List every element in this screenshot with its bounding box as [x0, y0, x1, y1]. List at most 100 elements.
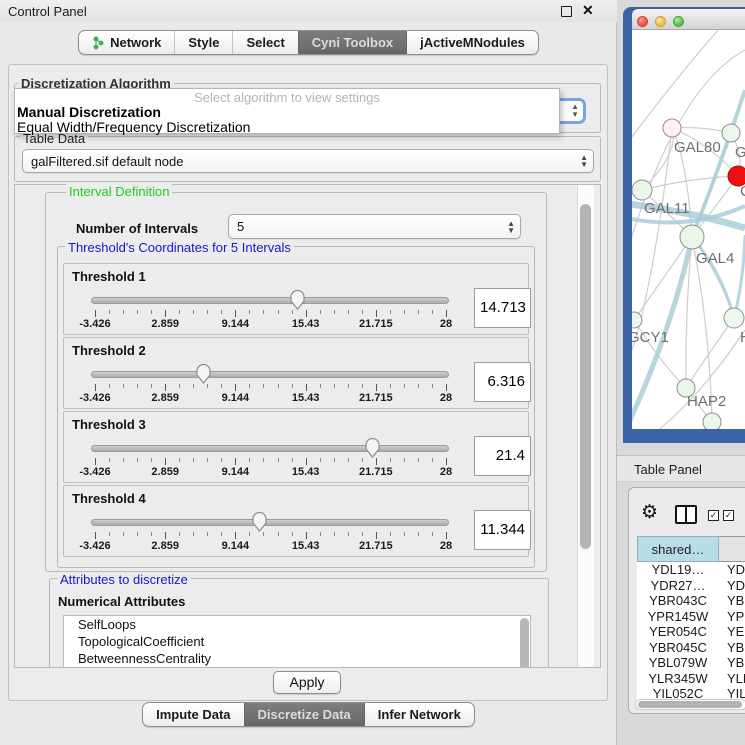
menu-item-manual-discretization[interactable]: Manual Discretization — [17, 104, 161, 120]
table-cell[interactable]: YPR1 — [719, 609, 745, 625]
table-cell[interactable]: YDR27… — [637, 578, 719, 594]
major-tick — [165, 310, 166, 317]
table-cell[interactable]: YDR2 — [719, 578, 745, 594]
threshold-value-field[interactable]: 11.344 — [474, 510, 531, 550]
minor-tick — [334, 384, 335, 388]
table-cell[interactable]: YLR3 — [719, 671, 745, 687]
table-row[interactable]: YPR145WYPR1 — [637, 609, 745, 625]
table-cell[interactable]: YLR345W — [637, 671, 719, 687]
slider-thumb[interactable] — [364, 436, 381, 459]
table-cell[interactable]: YBL079W — [637, 655, 719, 671]
close-traffic-light[interactable] — [637, 16, 648, 27]
table-data-combobox[interactable]: galFiltered.sif default node ▲▼ — [22, 149, 594, 173]
close-icon[interactable]: ✕ — [582, 2, 594, 19]
slider-thumb[interactable] — [289, 288, 306, 311]
float-window-icon[interactable] — [561, 6, 572, 17]
list-scrollbar-thumb[interactable] — [520, 618, 529, 668]
tick-label: 9.144 — [222, 392, 250, 404]
tab-style[interactable]: Style — [174, 31, 232, 54]
horizontal-scrollbar-track[interactable] — [635, 699, 745, 710]
control-panel: Control Panel ✕ NetworkStyleSelectCyni T… — [0, 0, 617, 745]
minor-tick — [432, 310, 433, 314]
network-node-gal11[interactable] — [632, 180, 652, 200]
table-cell[interactable]: YBR043C — [637, 593, 719, 609]
table-cell[interactable]: YPR145W — [637, 609, 719, 625]
horizontal-scrollbar-thumb[interactable] — [638, 701, 742, 708]
slider-track[interactable] — [91, 371, 449, 378]
split-columns-icon[interactable] — [675, 505, 697, 524]
apply-button[interactable]: Apply — [273, 671, 341, 694]
table-cell[interactable]: YDL19… — [637, 562, 719, 578]
table-row[interactable]: YDR27…YDR2 — [637, 578, 745, 594]
slider-thumb[interactable] — [251, 510, 268, 533]
table-cell[interactable]: YER054C — [637, 624, 719, 640]
table-cell[interactable]: YBR0 — [719, 593, 745, 609]
tab-select[interactable]: Select — [232, 31, 297, 54]
tab-discretize-data[interactable]: Discretize Data — [244, 703, 364, 726]
table-row[interactable]: YBL079WYBL0 — [637, 655, 745, 671]
attribute-item-topologicalcoefficient[interactable]: TopologicalCoefficient — [64, 633, 530, 650]
gear-icon[interactable]: ⚙ — [641, 501, 658, 524]
network-node-gal80[interactable] — [663, 119, 681, 137]
network-canvas[interactable]: GAL80G.CGAL11GAL4GCY1HHAP2 — [632, 30, 745, 429]
attribute-item-selfloops[interactable]: SelfLoops — [64, 616, 530, 633]
network-node-gcy1[interactable] — [632, 312, 642, 328]
column-header-shared[interactable]: shared… — [637, 536, 719, 562]
table-cell[interactable]: YBL0 — [719, 655, 745, 671]
tick-label: -3.426 — [79, 466, 110, 478]
threshold-value-field[interactable]: 6.316 — [474, 362, 531, 402]
tab-jactivemnodules[interactable]: jActiveMNodules — [406, 31, 538, 54]
node-label-gcy1: GCY1 — [632, 329, 669, 346]
table-cell[interactable]: YBR045C — [637, 640, 719, 656]
table-cell[interactable]: YDL1 — [719, 562, 745, 578]
tab-network[interactable]: Network — [79, 31, 174, 54]
tab-cyni-toolbox[interactable]: Cyni Toolbox — [298, 31, 406, 54]
minor-tick — [151, 532, 152, 536]
table-cell[interactable]: YER0 — [719, 624, 745, 640]
slider-track[interactable] — [91, 297, 449, 304]
table-cell[interactable]: YBR0 — [719, 640, 745, 656]
major-tick — [306, 532, 307, 539]
slider-track[interactable] — [91, 519, 449, 526]
menu-item-equal-width-frequency[interactable]: Equal Width/Frequency Discretization — [17, 119, 250, 135]
minimize-traffic-light[interactable] — [655, 16, 666, 27]
table-row[interactable]: YDL19…YDL1 — [637, 562, 745, 578]
attribute-item-betweennesscentrality[interactable]: BetweennessCentrality — [64, 650, 530, 667]
algorithm-combobox-fragment[interactable]: ▲▼ — [560, 98, 586, 124]
checkbox-icon[interactable]: ✓ — [723, 510, 734, 521]
slider-thumb[interactable] — [195, 362, 212, 385]
major-tick — [446, 458, 447, 465]
minor-tick — [390, 384, 391, 388]
threshold-value-field[interactable]: 21.4 — [474, 436, 531, 476]
network-window-titlebar[interactable] — [632, 9, 745, 30]
major-tick — [165, 532, 166, 539]
threshold-value-field[interactable]: 14.713 — [474, 288, 531, 328]
network-node-g[interactable] — [722, 124, 740, 142]
tab-impute-data[interactable]: Impute Data — [143, 703, 243, 726]
column-header-na[interactable]: na — [719, 536, 745, 562]
network-node-gal4[interactable] — [680, 225, 704, 249]
minor-tick — [109, 384, 110, 388]
threshold-label: Threshold 2 — [72, 343, 146, 358]
minor-tick — [193, 310, 194, 314]
table-row[interactable]: YBR043CYBR0 — [637, 593, 745, 609]
table-row[interactable]: YLR345WYLR3 — [637, 671, 745, 687]
numerical-attributes-list[interactable]: SelfLoopsTopologicalCoefficientBetweenne… — [63, 615, 531, 668]
tab-infer-network[interactable]: Infer Network — [364, 703, 474, 726]
zoom-traffic-light[interactable] — [673, 16, 684, 27]
minor-tick — [404, 310, 405, 314]
table-row[interactable]: YER054CYER0 — [637, 624, 745, 640]
network-node-h[interactable] — [724, 308, 744, 328]
slider-track[interactable] — [91, 445, 449, 452]
table-row[interactable]: YBR045CYBR0 — [637, 640, 745, 656]
tick-label: 15.43 — [292, 540, 320, 552]
minor-tick — [221, 384, 222, 388]
number-of-intervals-combobox[interactable]: 5 ▲▼ — [228, 214, 521, 239]
panel-scrollbar-thumb[interactable] — [580, 204, 591, 549]
network-node-unlabeled[interactable] — [703, 413, 721, 429]
node-label-gal11: GAL11 — [644, 200, 690, 217]
threshold-3-box: Threshold 3-3.4262.8599.14415.4321.71528… — [63, 411, 529, 483]
checkbox-icon[interactable]: ✓ — [708, 510, 719, 521]
numerical-attributes-title: Numerical Attributes — [58, 594, 185, 609]
tab-label: Discretize Data — [258, 707, 351, 722]
